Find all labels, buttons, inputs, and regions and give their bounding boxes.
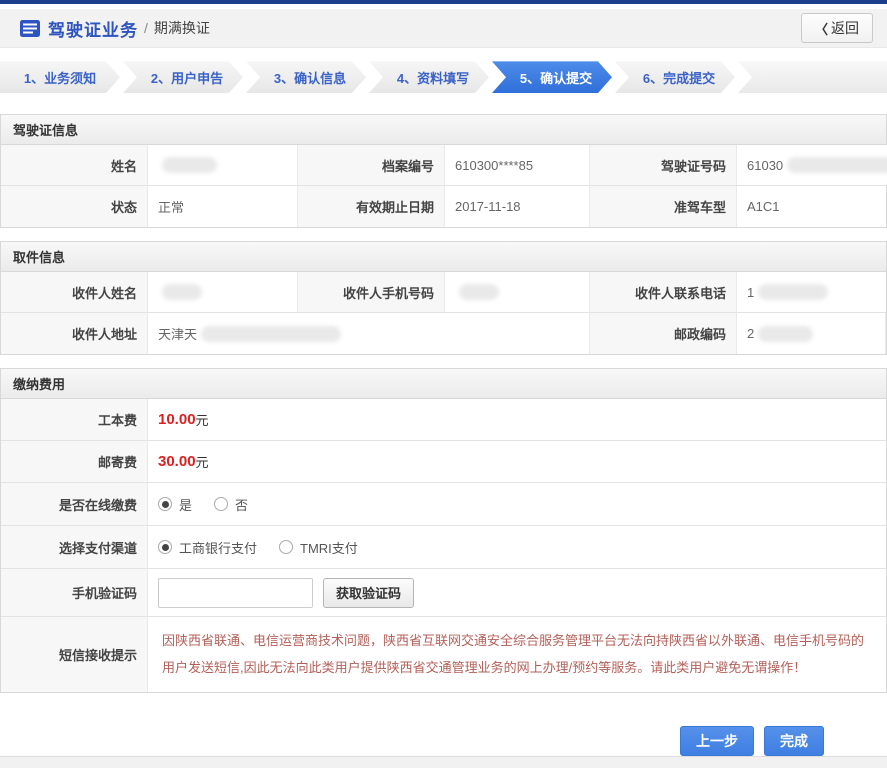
fees-section: 缴纳费用 工本费 10.00元 邮寄费 30.00元 是否在线缴费 是 否 (0, 368, 887, 693)
sms-notice-label: 短信接收提示 (1, 617, 148, 692)
payment-channel-options: 工商银行支付 TMRI支付 (148, 526, 886, 569)
online-payment-options: 是 否 (148, 483, 886, 526)
redacted-postcode (758, 325, 814, 342)
name-label: 姓名 (1, 145, 148, 186)
production-fee-label: 工本费 (1, 399, 148, 441)
mailing-fee-label: 邮寄费 (1, 441, 148, 483)
vehicle-class-value: A1C1 (737, 186, 886, 227)
step-5-confirm-submit[interactable]: 5、确认提交 (492, 61, 612, 93)
sms-code-input[interactable] (158, 577, 313, 608)
footer-strip (0, 755, 887, 768)
license-no-value: 61030 (737, 145, 887, 186)
step-wizard-filler (738, 61, 887, 93)
mailing-fee-value: 30.00 元 (148, 441, 886, 483)
postcode-label: 邮政编码 (590, 313, 737, 354)
name-value (148, 145, 298, 186)
list-document-icon (20, 19, 40, 37)
recipient-phone-value: 1 (737, 272, 886, 313)
status-value: 正常 (148, 186, 298, 227)
recipient-name-label: 收件人姓名 (1, 272, 148, 313)
get-code-button[interactable]: 获取验证码 (323, 577, 415, 608)
step-3-confirm-info[interactable]: 3、确认信息 (246, 61, 366, 93)
bottom-actions: 上一步 完成 (0, 693, 887, 756)
redacted-license-no (787, 157, 887, 173)
license-no-label: 驾驶证号码 (590, 145, 737, 186)
recipient-name-value (148, 272, 298, 313)
step-wizard: 1、业务须知 2、用户申告 3、确认信息 4、资料填写 5、确认提交 6、完成提… (0, 61, 887, 93)
back-button-label: 返回 (831, 20, 859, 37)
license-renewal-page: 驾驶证业务 / 期满换证 〈 返回 1、业务须知 2、用户申告 3、确认信息 4… (0, 0, 887, 768)
page-header: 驾驶证业务 / 期满换证 〈 返回 (0, 8, 887, 49)
pickup-section-title: 取件信息 (1, 242, 886, 272)
previous-step-button[interactable]: 上一步 (680, 725, 754, 756)
recipient-mobile-label: 收件人手机号码 (298, 272, 445, 313)
production-fee-value: 10.00 元 (148, 399, 886, 441)
expiry-value: 2017-11-18 (445, 186, 590, 227)
redacted-recipient-name (162, 284, 202, 300)
license-info-section: 驾驶证信息 姓名 档案编号 610300****85 驾驶证号码 61030 状… (0, 114, 887, 228)
redacted-recipient-phone (758, 284, 829, 300)
sms-code-label: 手机验证码 (1, 569, 148, 617)
sms-code-row: 获取验证码 (148, 569, 886, 617)
recipient-mobile-value (445, 272, 590, 313)
redacted-recipient-mobile (459, 284, 499, 300)
breadcrumb-separator: / (144, 20, 148, 37)
back-arrow-icon: 〈 (814, 21, 828, 37)
radio-channel-icbc[interactable]: 工商银行支付 (158, 538, 257, 557)
step-1-business-notice[interactable]: 1、业务须知 (0, 61, 120, 93)
status-label: 状态 (1, 186, 148, 227)
radio-online-payment-yes[interactable]: 是 (158, 495, 192, 514)
recipient-phone-label: 收件人联系电话 (590, 272, 737, 313)
address-label: 收件人地址 (1, 313, 148, 354)
radio-selected-icon (158, 540, 172, 554)
file-no-value: 610300****85 (445, 145, 590, 186)
sms-notice-text: 因陕西省联通、电信运营商技术问题，陕西省互联网交通安全综合服务管理平台无法向持陕… (148, 617, 886, 692)
postcode-value: 2 (737, 313, 886, 354)
radio-selected-icon (158, 497, 172, 511)
pickup-info-section: 取件信息 收件人姓名 收件人手机号码 收件人联系电话 1 收件人地址 天津天 邮… (0, 241, 887, 355)
radio-online-payment-no[interactable]: 否 (214, 495, 248, 514)
radio-unselected-icon (279, 540, 294, 554)
vehicle-class-label: 准驾车型 (590, 186, 737, 227)
breadcrumb-current: 期满换证 (153, 20, 210, 37)
finish-button[interactable]: 完成 (764, 725, 824, 756)
expiry-label: 有效期止日期 (298, 186, 445, 227)
license-section-title: 驾驶证信息 (1, 115, 886, 145)
redacted-address (201, 325, 342, 342)
fees-section-title: 缴纳费用 (1, 369, 886, 399)
radio-unselected-icon (214, 497, 229, 511)
page-title: 驾驶证业务 (48, 20, 138, 40)
redacted-name (162, 157, 217, 173)
back-button[interactable]: 〈 返回 (800, 13, 873, 44)
online-payment-label: 是否在线缴费 (1, 483, 148, 526)
address-value: 天津天 (148, 313, 590, 354)
step-6-complete-submit[interactable]: 6、完成提交 (615, 61, 735, 93)
file-no-label: 档案编号 (298, 145, 445, 186)
payment-channel-label: 选择支付渠道 (1, 526, 148, 569)
step-2-user-declaration[interactable]: 2、用户申告 (123, 61, 243, 93)
radio-channel-tmri[interactable]: TMRI支付 (279, 538, 358, 557)
step-4-fill-data[interactable]: 4、资料填写 (369, 61, 489, 93)
